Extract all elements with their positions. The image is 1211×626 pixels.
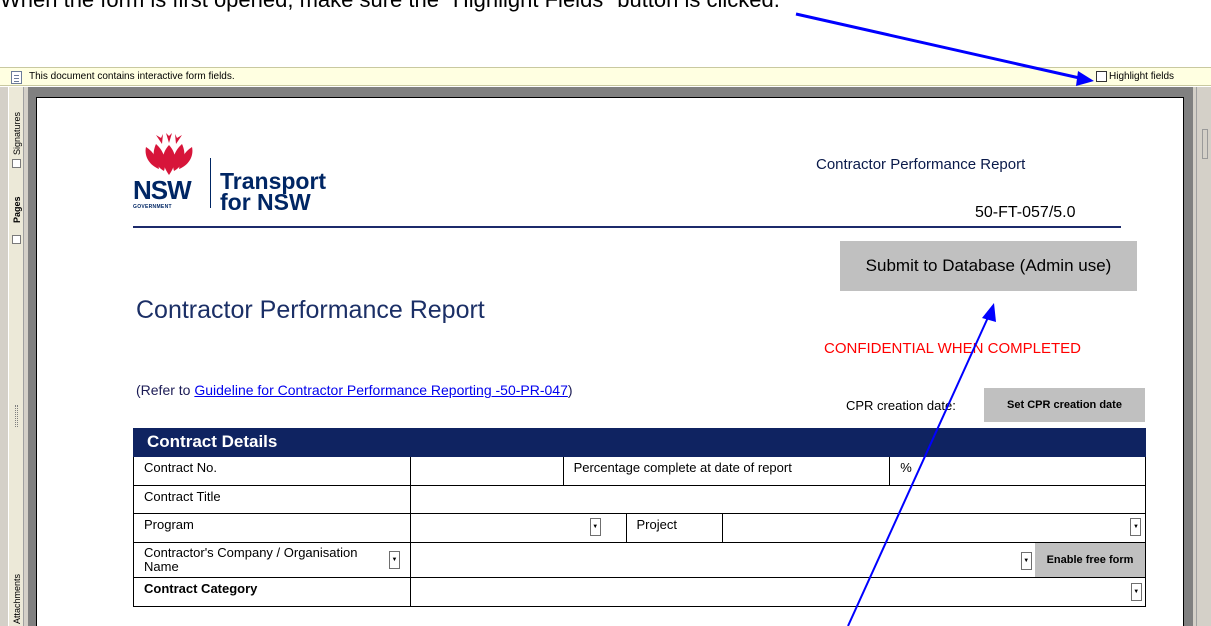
- table-row: Contractor's Company / Organisation Name…: [134, 543, 1146, 578]
- document-number: 50-FT-057/5.0: [975, 204, 1076, 221]
- contract-category-select[interactable]: ▼: [410, 578, 1146, 606]
- category-dropdown-icon[interactable]: ▼: [1130, 583, 1142, 601]
- header-rule: [133, 226, 1121, 228]
- refer-prefix: (Refer to: [136, 382, 195, 398]
- highlight-fields-label: Highlight fields: [1109, 71, 1175, 82]
- scrollbar-thumb[interactable]: [1202, 129, 1208, 159]
- logo-line2: for NSW: [220, 189, 311, 215]
- contract-details-table: Contract No. Percentage complete at date…: [133, 457, 1146, 607]
- project-label: Project: [627, 514, 724, 542]
- contract-title-input[interactable]: [410, 486, 1146, 513]
- tab-pages-label: Pages: [12, 196, 22, 223]
- contract-details-header: Contract Details: [133, 428, 1146, 457]
- waratah-icon: [145, 133, 193, 175]
- vertical-scrollbar[interactable]: [1196, 87, 1211, 626]
- enable-free-form-button[interactable]: Enable free form: [1035, 543, 1145, 577]
- highlight-fields-checkbox[interactable]: [1096, 71, 1107, 82]
- panel-resize-grip[interactable]: [15, 405, 18, 427]
- form-page: NSW GOVERNMENT Transport for NSW Contrac…: [36, 97, 1184, 626]
- company-label-dropdown-icon[interactable]: ▼: [389, 551, 400, 569]
- navigation-panel: Signatures Pages Attachments: [8, 87, 24, 626]
- tab-attachments[interactable]: Attachments: [9, 573, 25, 626]
- logo-government-label: GOVERNMENT: [133, 204, 172, 210]
- form-notice-bar: This document contains interactive form …: [0, 67, 1211, 86]
- percentage-complete-label: Percentage complete at date of report: [564, 457, 891, 485]
- contract-category-label: Contract Category: [134, 578, 411, 606]
- table-row: Program ▼ Project ▼: [134, 514, 1146, 543]
- project-select[interactable]: ▼: [723, 514, 1146, 542]
- tab-signatures-label: Signatures: [12, 111, 22, 155]
- highlight-fields-toggle[interactable]: Highlight fields: [1096, 71, 1174, 82]
- company-dropdown-icon[interactable]: ▼: [1020, 552, 1032, 570]
- table-row: Contract Category ▼: [134, 578, 1146, 607]
- contract-no-input[interactable]: [410, 457, 564, 485]
- program-select[interactable]: ▼: [410, 514, 627, 542]
- set-cpr-date-button[interactable]: Set CPR creation date: [984, 388, 1145, 422]
- logo-nsw-mark: NSW: [133, 175, 192, 205]
- guideline-reference: (Refer to Guideline for Contractor Perfo…: [136, 382, 573, 398]
- header-report-title: Contractor Performance Report: [816, 156, 1026, 173]
- contract-no-label: Contract No.: [134, 457, 411, 485]
- submit-to-database-button[interactable]: Submit to Database (Admin use): [840, 241, 1137, 291]
- tab-signatures[interactable]: Signatures: [9, 95, 25, 157]
- program-dropdown-icon[interactable]: ▼: [589, 518, 601, 536]
- project-dropdown-icon[interactable]: ▼: [1130, 518, 1142, 536]
- page-title: Contractor Performance Report: [136, 296, 485, 324]
- instruction-text: When the form is first opened, make sure…: [0, 0, 780, 13]
- refer-suffix: ): [567, 382, 573, 398]
- company-select[interactable]: ▼ Enable free form: [410, 543, 1146, 577]
- signature-pen-icon: [12, 159, 21, 168]
- transport-nsw-logo: NSW GOVERNMENT Transport for NSW: [133, 128, 363, 215]
- pages-icon: [12, 235, 21, 244]
- confidential-notice: CONFIDENTIAL WHEN COMPLETED: [824, 340, 1081, 357]
- percent-unit: %: [900, 460, 912, 475]
- company-label: Contractor's Company / Organisation Name…: [134, 543, 411, 577]
- company-label-text: Contractor's Company / Organisation Name: [144, 545, 358, 574]
- program-label: Program: [134, 514, 411, 542]
- table-row: Contract No. Percentage complete at date…: [134, 457, 1146, 486]
- logo-divider: [210, 158, 211, 208]
- tab-pages[interactable]: Pages: [9, 175, 25, 225]
- guideline-link[interactable]: Guideline for Contractor Performance Rep…: [194, 382, 568, 398]
- tab-attachments-label: Attachments: [12, 573, 22, 624]
- document-area: NSW GOVERNMENT Transport for NSW Contrac…: [28, 87, 1193, 626]
- cpr-date-label: CPR creation date:: [846, 398, 956, 413]
- table-row: Contract Title: [134, 486, 1146, 514]
- notice-message: This document contains interactive form …: [29, 71, 235, 82]
- contract-title-label: Contract Title: [134, 486, 411, 513]
- percentage-complete-input[interactable]: %: [890, 457, 1146, 485]
- document-icon: [11, 71, 22, 84]
- viewer-frame: Signatures Pages Attachments NSW GOVERNM…: [0, 87, 1211, 626]
